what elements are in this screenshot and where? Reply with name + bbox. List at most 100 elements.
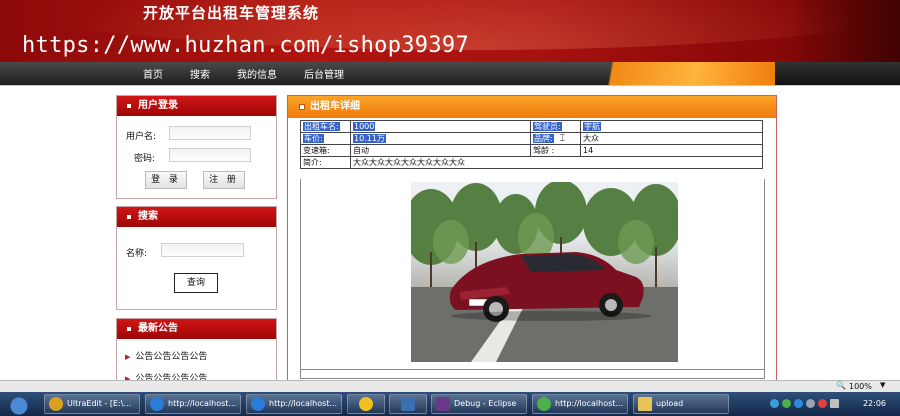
tray-icon[interactable] [770,399,779,408]
zoom-icon: 🔍 [836,381,846,390]
ie-icon [251,397,265,411]
nav-item-admin[interactable]: 后台管理 [304,66,344,81]
query-button[interactable]: 查询 [174,273,218,293]
login-panel-header: 用户登录 [117,96,276,116]
eclipse-icon [436,397,450,411]
car-photo [411,182,678,362]
taskbar-item-label: http://localhost... [168,399,237,408]
notice-panel: 最新公告 ▶ 公告公告公告公告 ▶ 公告公告公告公告 [116,318,277,384]
table-cell-key: 驾驶员: [530,120,581,133]
selected-text: 10.11万 [353,134,386,143]
bullet-icon [127,327,131,331]
taxi-detail-panel: 出租车详细 出租车名: 1000 驾驶员: 宇航 车价: 10.11万 品牌: ⌶… [287,95,777,382]
banner-shade [790,0,900,62]
notice-item-text: 公告公告公告公告 [135,352,208,362]
tray-icon[interactable] [794,399,803,408]
search-panel-title: 搜索 [138,211,158,222]
table-cell-key: 驾龄 : [530,144,581,157]
table-cell-key: 品牌: ⌶ [530,132,581,145]
square-bullet-icon [299,104,305,110]
search-panel: 搜索 名称: 查询 [116,206,277,310]
table-cell-value: 14 [580,144,763,157]
table-cell-value: 大众 [580,132,763,145]
name-search-input[interactable] [161,243,244,257]
nav-item-my-info[interactable]: 我的信息 [237,66,277,81]
taskbar-item-ultraedit[interactable]: UltraEdit - [E:\... [44,394,140,414]
table-footer-row [300,370,765,379]
browser-icon [537,397,551,411]
notice-item[interactable]: ▶ 公告公告公告公告 [125,349,207,362]
taskbar-item-upload-folder[interactable]: upload [633,394,729,414]
taskbar-item-label: UltraEdit - [E:\... [67,399,132,408]
login-panel: 用户登录 用户名: 密码: 登 录 注 册 [116,95,277,199]
taskbar-item-eclipse[interactable]: Debug - Eclipse [431,394,527,414]
selected-text: 1000 [353,122,376,131]
search-panel-header: 搜索 [117,207,276,227]
nav-decoration [575,62,775,85]
nav-decoration-end [775,62,900,85]
taskbar-item-browser-3[interactable]: http://localhost... [532,394,628,414]
zoom-level[interactable]: 100% [849,382,872,391]
tray-icon[interactable] [782,399,791,408]
speaker-icon[interactable] [830,399,839,408]
name-label: 名称: [126,249,148,259]
password-input[interactable] [169,148,251,162]
photo-cell [300,179,765,370]
ultraedit-icon [49,397,63,411]
selected-text: 驾驶员: [533,122,562,131]
selected-text: 宇航 [583,122,601,131]
taskbar-item-browser-2[interactable]: http://localhost... [246,394,342,414]
taskbar-item-browser-1[interactable]: http://localhost... [145,394,241,414]
tray-icon[interactable] [818,399,827,408]
selected-text: 出租车名: [303,122,340,131]
nav-item-home[interactable]: 首页 [143,66,163,81]
network-icon [401,397,415,411]
main-nav: 首页 搜索 我的信息 后台管理 [0,62,900,85]
taskbar-item-network[interactable] [389,394,427,414]
qq-icon [359,397,373,411]
table-cell-value: 自动 [350,144,531,157]
table-row: 变速箱: 自动 驾龄 : 14 [300,144,763,157]
username-input[interactable] [169,126,251,140]
bullet-icon [127,104,131,108]
table-cell-key: 简介: [300,156,351,169]
detail-table: 出租车名: 1000 驾驶员: 宇航 车价: 10.11万 品牌: ⌶ 大众 变速… [300,120,763,169]
taskbar-item-label: Debug - Eclipse [454,399,517,408]
selected-text: 车价: [303,134,324,143]
register-button[interactable]: 注 册 [203,171,245,189]
password-label: 密码: [134,154,156,164]
notice-panel-header: 最新公告 [117,319,276,339]
table-cell-value: 10.11万 [350,132,531,145]
table-cell-value: 1000 [350,120,531,133]
clock[interactable]: 22:06 [863,399,886,408]
header-banner: 开放平台出租车管理系统 https://www.huzhan.com/ishop… [0,0,900,62]
bullet-icon [127,215,131,219]
ie-icon [150,397,164,411]
start-button[interactable] [0,392,38,416]
taskbar-item-label: upload [656,399,684,408]
tray-icon[interactable] [806,399,815,408]
site-title: 开放平台出租车管理系统 [143,4,320,22]
windows-taskbar: UltraEdit - [E:\... http://localhost... … [0,392,900,416]
table-row: 出租车名: 1000 驾驶员: 宇航 [300,120,763,133]
detail-panel-title: 出租车详细 [310,101,360,112]
taskbar-item-qq[interactable] [347,394,385,414]
notice-panel-title: 最新公告 [138,323,178,334]
watermark-url: https://www.huzhan.com/ishop39397 [22,33,469,58]
login-button[interactable]: 登 录 [145,171,187,189]
folder-icon [638,397,652,411]
chevron-down-icon[interactable]: ▼ [880,381,885,389]
table-cell-key: 车价: [300,132,351,145]
taskbar-item-label: http://localhost... [555,399,624,408]
login-panel-title: 用户登录 [138,100,178,111]
text-cursor-icon: ⌶ [559,134,566,144]
arrow-right-icon: ▶ [125,353,131,361]
taskbar-item-label: http://localhost... [269,399,338,408]
table-cell-key: 变速箱: [300,144,351,157]
selected-text: 品牌: [533,134,554,143]
nav-item-search[interactable]: 搜索 [190,66,210,81]
detail-panel-header: 出租车详细 [288,96,776,118]
username-label: 用户名: [126,132,157,142]
table-cell-value: 宇航 [580,120,763,133]
table-row: 车价: 10.11万 品牌: ⌶ 大众 [300,132,763,145]
